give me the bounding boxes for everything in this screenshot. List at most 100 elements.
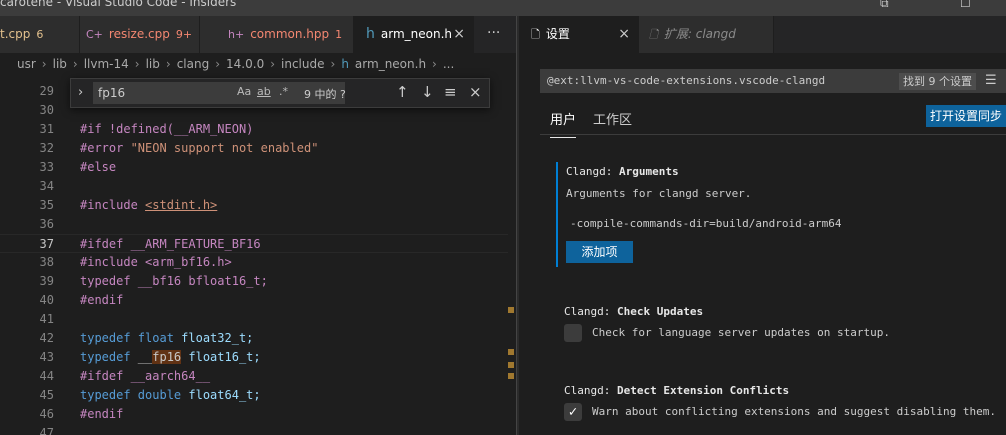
line-number: 41: [39, 312, 54, 326]
ruler-match-mark: [508, 373, 514, 379]
line-number: 29: [39, 84, 54, 98]
setting-description: Warn about conflicting extensions and su…: [592, 405, 996, 418]
code-text: #include <arm_bf16.h>: [80, 255, 232, 269]
find-widget: › fp16 Aa ab .* 9 中的 ? ↑ ↓ ≡ ×: [70, 78, 490, 108]
argument-value[interactable]: -compile-commands-dir=build/android-arm6…: [570, 217, 842, 230]
add-item-button[interactable]: 添加项: [566, 241, 633, 263]
tab-user-settings[interactable]: 用户: [550, 109, 577, 138]
code-line[interactable]: 41: [0, 310, 516, 329]
file-icon: 🗋: [649, 28, 658, 41]
tab-label: common.hpp: [250, 27, 330, 41]
code-editor[interactable]: 29 30 31 #if !defined(__ARM_NEON) 32 #error "…: [0, 75, 516, 435]
code-line[interactable]: 44 #ifdef __aarch64__: [0, 367, 516, 386]
maximize-icon[interactable]: ☐: [960, 0, 971, 10]
overview-ruler[interactable]: [508, 75, 516, 435]
code-text: #else: [80, 160, 117, 174]
breadcrumb-item[interactable]: lib: [53, 57, 67, 71]
whole-word-icon[interactable]: ab: [257, 85, 271, 98]
more-actions-icon[interactable]: ···: [487, 25, 500, 41]
code-text: #error "NEON support not enabled": [80, 141, 319, 155]
breadcrumb-item[interactable]: 14.0.0: [226, 57, 264, 71]
restore-icon[interactable]: ⧉: [880, 0, 889, 11]
breadcrumb-item[interactable]: lib: [146, 57, 160, 71]
tab-label: t.cpp: [0, 27, 31, 41]
code-line[interactable]: 47: [0, 424, 516, 435]
close-icon[interactable]: ×: [618, 16, 630, 53]
find-in-selection-icon[interactable]: ≡: [444, 83, 457, 101]
setting-detect-extension-conflicts: Clangd: Detect Extension Conflicts ✓ War…: [556, 381, 1006, 431]
setting-title: Clangd: Detect Extension Conflicts: [564, 384, 790, 397]
settings-tab-bar: 🗋 设置 × 🗋 扩展: clangd: [519, 16, 1006, 53]
tab-label: resize.cpp: [108, 27, 170, 41]
code-text: typedef __fp16 float16_t;: [80, 350, 261, 364]
regex-icon[interactable]: .*: [279, 85, 288, 98]
setting-title: Clangd: Arguments: [566, 165, 679, 178]
code-line[interactable]: 33 #else: [0, 158, 516, 177]
code-text: #include <stdint.h>: [80, 198, 218, 212]
line-number: 38: [39, 255, 54, 269]
code-text: #if !defined(__ARM_NEON): [80, 122, 254, 136]
breadcrumb-item[interactable]: arm_neon.h: [355, 57, 426, 71]
checkbox[interactable]: [564, 324, 582, 342]
breadcrumb-item[interactable]: llvm-14: [84, 57, 129, 71]
close-icon[interactable]: ×: [469, 83, 482, 101]
search-query: @ext:llvm-vs-code-extensions.vscode-clan…: [547, 74, 826, 87]
line-number: 45: [39, 388, 54, 402]
code-line[interactable]: 38 #include <arm_bf16.h>: [0, 253, 516, 272]
breadcrumb-item[interactable]: usr: [17, 57, 36, 71]
setting-arguments: Clangd: Arguments Arguments for clangd s…: [556, 162, 1006, 267]
results-count-badge: 找到 9 个设置: [899, 73, 976, 90]
code-line[interactable]: 43 typedef __fp16 float16_t;: [0, 348, 516, 367]
chevron-right-icon[interactable]: ›: [78, 85, 83, 100]
match-case-icon[interactable]: Aa: [237, 85, 251, 98]
code-line[interactable]: 46 #endif: [0, 405, 516, 424]
breadcrumb-item[interactable]: clang: [177, 57, 210, 71]
tab-arm-neon-h[interactable]: h arm_neon.h ×: [354, 16, 474, 53]
ruler-match-mark: [508, 349, 514, 355]
line-number: 47: [39, 426, 54, 435]
h-file-icon: h: [366, 26, 375, 42]
checkbox-checked[interactable]: ✓: [564, 403, 582, 421]
setting-description: Check for language server updates on sta…: [592, 326, 891, 339]
close-icon[interactable]: ×: [453, 16, 465, 53]
code-text: #endif: [80, 293, 124, 307]
code-line[interactable]: 35 #include <stdint.h>: [0, 196, 516, 215]
code-line[interactable]: 39 typedef __bf16 bfloat16_t;: [0, 272, 516, 291]
tab-badge: 9+: [175, 28, 193, 41]
line-number: 32: [39, 141, 54, 155]
settings-sync-button[interactable]: 打开设置同步: [926, 105, 1006, 127]
window-title: carotene - Visual Studio Code - Insiders: [0, 0, 237, 9]
ruler-match-mark: [508, 362, 514, 368]
line-number: 42: [39, 331, 54, 345]
code-line[interactable]: 42 typedef float float32_t;: [0, 329, 516, 348]
code-line[interactable]: 34: [0, 177, 516, 196]
tab-extension-clangd[interactable]: 🗋 扩展: clangd: [639, 16, 774, 53]
code-line[interactable]: 32 #error "NEON support not enabled": [0, 139, 516, 158]
settings-search-input[interactable]: @ext:llvm-vs-code-extensions.vscode-clan…: [540, 69, 1006, 93]
tab-resize-cpp[interactable]: C+ resize.cpp 9+: [80, 16, 200, 53]
line-number: 30: [39, 103, 54, 117]
next-match-icon[interactable]: ↓: [421, 83, 434, 101]
line-number: 43: [39, 350, 54, 364]
code-text: #endif: [80, 407, 124, 421]
line-number: 36: [39, 217, 54, 231]
code-text: typedef double float64_t;: [80, 388, 261, 402]
code-line[interactable]: 40 #endif: [0, 291, 516, 310]
code-line[interactable]: 37 #ifdef __ARM_FEATURE_BF16: [0, 234, 516, 253]
tab-common-hpp[interactable]: h+ common.hpp 1: [200, 16, 354, 53]
tab-label: 扩展: clangd: [663, 27, 736, 41]
breadcrumb: usr › lib › llvm-14 › lib › clang › 14.0.0 › include…: [14, 53, 514, 75]
code-line[interactable]: 36: [0, 215, 516, 234]
code-line[interactable]: 45 typedef double float64_t;: [0, 386, 516, 405]
code-text: typedef float float32_t;: [80, 331, 254, 345]
breadcrumb-item[interactable]: ...: [443, 57, 454, 71]
title-bar: carotene - Visual Studio Code - Insiders…: [0, 0, 1006, 16]
tab-settings[interactable]: 🗋 设置 ×: [519, 16, 639, 53]
breadcrumb-item[interactable]: include: [281, 57, 324, 71]
filter-icon[interactable]: ☰: [985, 73, 997, 88]
tab-t-cpp[interactable]: t.cpp 6: [0, 16, 80, 53]
line-number: 44: [39, 369, 54, 383]
previous-match-icon[interactable]: ↑: [396, 83, 409, 101]
tab-workspace-settings[interactable]: 工作区: [593, 109, 632, 128]
code-line[interactable]: 31 #if !defined(__ARM_NEON): [0, 120, 516, 139]
